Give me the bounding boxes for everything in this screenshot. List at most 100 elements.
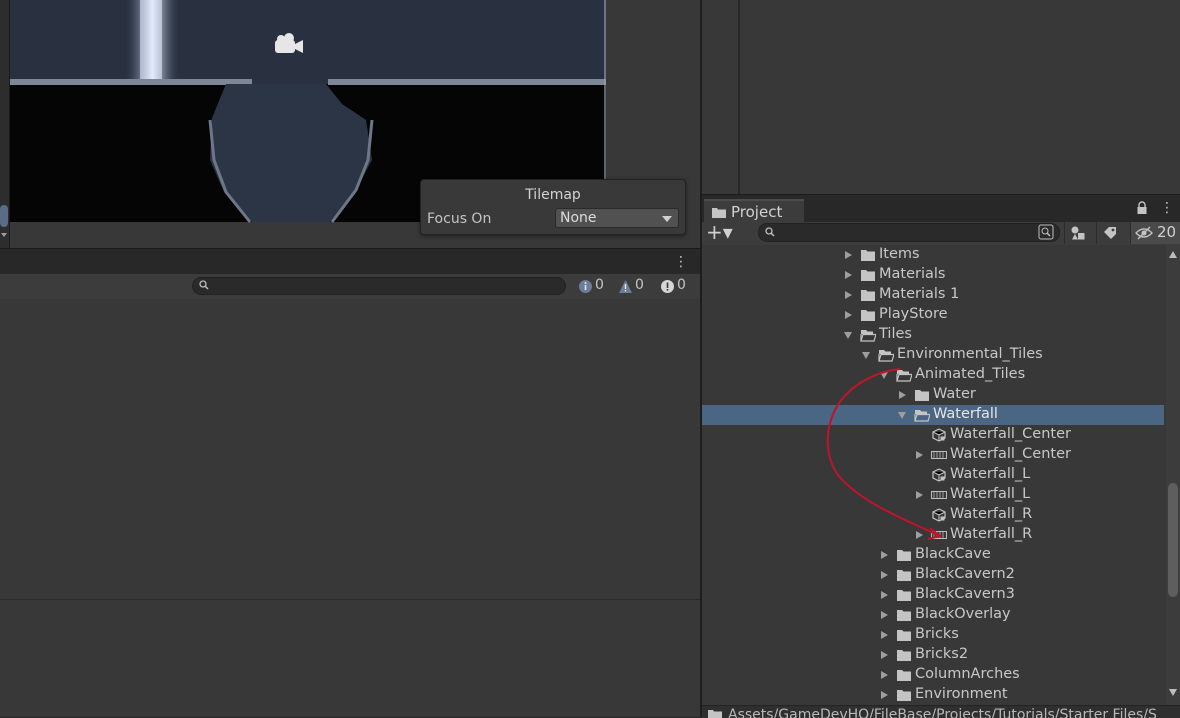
tree-row-columnarches[interactable]: ColumnArches [702,665,1164,685]
chevron-right-icon[interactable] [845,291,852,299]
tree-row-waterfall-r[interactable]: Waterfall_R [702,525,1164,545]
folder-icon [897,630,911,641]
scroll-up-arrow-icon[interactable] [1169,251,1177,258]
project-toolbar: +▾ 20 [702,222,1180,246]
tree-row-label: Materials 1 [879,286,960,302]
hidden-packages-toggle[interactable]: 20 [1130,222,1180,244]
scrollbar-thumb[interactable] [1168,483,1178,597]
kebab-menu-icon[interactable]: ⋮ [1160,199,1174,217]
tilemap-overlay-title: Tilemap [525,187,581,203]
search-by-label-button[interactable] [1096,222,1123,244]
tree-row-label: Animated_Tiles [915,366,1026,382]
chevron-right-icon[interactable] [916,451,923,459]
scroll-down-arrow-icon[interactable] [1169,689,1177,696]
tree-row-label: Waterfall_Center [950,426,1071,442]
chevron-right-icon[interactable] [881,551,888,559]
folder-icon [897,690,911,701]
tree-row-bricks[interactable]: Bricks [702,625,1164,645]
chevron-right-icon[interactable] [881,591,888,599]
tilemap-focus-overlay: Tilemap Focus On None [420,179,686,235]
console-log-list[interactable] [0,299,700,599]
tree-row-label: Tiles [879,326,912,342]
console-warning-toggle[interactable]: 0 [614,277,652,296]
tree-row-label: Environment [915,686,1008,702]
chevron-right-icon[interactable] [845,271,852,279]
search-mode-icon[interactable] [1038,224,1054,240]
chevron-right-icon[interactable] [881,571,888,579]
tree-row-label: Waterfall_L [950,486,1031,502]
project-search-input[interactable] [758,223,1060,242]
tree-row-label: BlackCavern3 [915,586,1015,602]
chevron-down-icon[interactable] [844,332,852,339]
folder-icon [897,550,911,561]
kebab-menu-icon[interactable]: ⋮ [674,254,688,270]
tree-row-playstore[interactable]: PlayStore [702,305,1164,325]
console-toolbar: 0 0 0 [0,274,700,300]
tree-row-blackcavern2[interactable]: BlackCavern2 [702,565,1164,585]
tree-row-waterfall[interactable]: Waterfall [702,405,1164,425]
info-count: 0 [595,277,604,293]
tree-row-label: Water [933,386,976,402]
console-info-toggle[interactable]: 0 [574,277,610,296]
tree-row-waterfall-l[interactable]: Waterfall_L [702,485,1164,505]
folder-open-icon [878,350,894,362]
create-asset-button[interactable]: +▾ [706,222,742,244]
chevron-right-icon[interactable] [881,651,888,659]
tree-row-label: BlackOverlay [915,606,1011,622]
hidden-packages-icon [1135,226,1153,240]
tree-row-label: BlackCave [915,546,991,562]
lock-icon[interactable] [1136,201,1148,215]
search-by-type-button[interactable] [1064,222,1091,244]
chevron-down-icon[interactable] [862,352,870,359]
chevron-right-icon[interactable] [845,251,852,259]
tree-row-water[interactable]: Water [702,385,1164,405]
chevron-right-icon[interactable] [881,631,888,639]
inspector-divider [738,0,740,194]
focus-on-value: None [560,210,597,226]
focus-on-dropdown[interactable]: None [555,208,679,228]
tree-row-tiles[interactable]: Tiles [702,325,1164,345]
chevron-right-icon[interactable] [899,391,906,399]
info-icon [579,280,592,293]
tree-row-label: BlackCavern2 [915,566,1015,582]
chevron-right-icon[interactable] [881,611,888,619]
tree-row-label: Materials [879,266,946,282]
console-error-toggle[interactable]: 0 [656,277,696,296]
tile-asset-icon [932,428,946,442]
scene-view[interactable]: Tilemap Focus On None [0,0,700,248]
tree-row-blackoverlay[interactable]: BlackOverlay [702,605,1164,625]
chevron-down-icon[interactable] [880,372,888,379]
console-search-input[interactable] [192,277,566,295]
tree-row-animated-tiles[interactable]: Animated_Tiles [702,365,1164,385]
console-panel: ⋮ 0 0 0 [0,248,700,717]
tree-row-blackcavern3[interactable]: BlackCavern3 [702,585,1164,605]
folder-icon [915,390,929,401]
tree-row-waterfall-center[interactable]: Waterfall_Center [702,445,1164,465]
console-detail-divider[interactable] [0,599,700,600]
folder-icon [861,310,875,321]
tree-row-materials[interactable]: Materials [702,265,1164,285]
tree-row-bricks2[interactable]: Bricks2 [702,645,1164,665]
tree-row-waterfall-r[interactable]: Waterfall_R [702,505,1164,525]
chevron-right-icon[interactable] [916,491,923,499]
tree-row-waterfall-l[interactable]: Waterfall_L [702,465,1164,485]
hidden-count: 20 [1157,223,1177,241]
chevron-right-icon[interactable] [916,531,923,539]
tree-row-environmental-tiles[interactable]: Environmental_Tiles [702,345,1164,365]
tree-row-blackcave[interactable]: BlackCave [702,545,1164,565]
chevron-right-icon[interactable] [881,671,888,679]
chevron-right-icon[interactable] [881,691,888,699]
error-count: 0 [677,277,686,293]
folder-icon [861,250,875,261]
project-folder-tree[interactable]: Items Materials Materials 1 PlayStore Tiles E… [702,245,1166,705]
tree-row-label: Waterfall_Center [950,446,1071,462]
search-by-label-icon [1104,227,1116,239]
chevron-right-icon[interactable] [845,311,852,319]
tree-row-materials-1[interactable]: Materials 1 [702,285,1164,305]
search-icon [199,280,209,290]
tree-row-items[interactable]: Items [702,245,1164,265]
project-tree-scrollbar[interactable] [1166,245,1180,705]
tree-row-waterfall-center[interactable]: Waterfall_Center [702,425,1164,445]
chevron-down-icon[interactable] [898,412,906,419]
tree-row-environment[interactable]: Environment [702,685,1164,705]
